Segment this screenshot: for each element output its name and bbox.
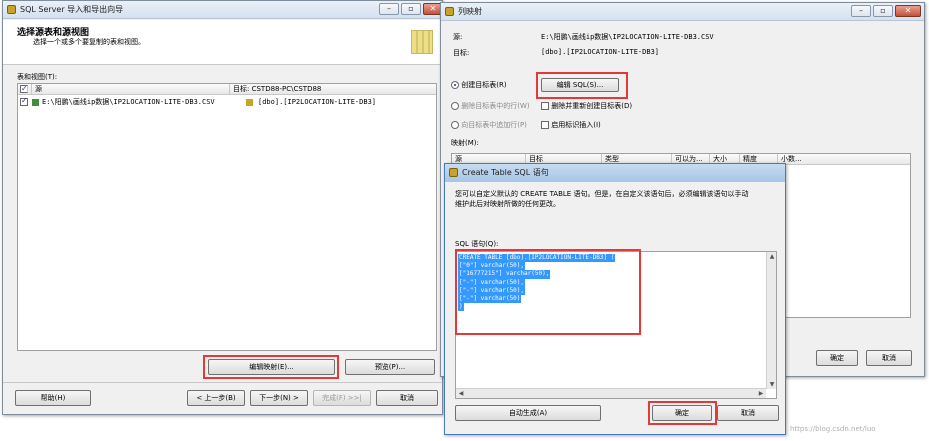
tables-label: 表和视图(T): xyxy=(17,73,58,81)
mapping-maximize-button[interactable]: ▫ xyxy=(873,5,893,17)
create-table-radio[interactable] xyxy=(451,81,459,89)
append-rows-radio[interactable] xyxy=(451,121,459,129)
page-subtitle: 选择一个或多个要复制的表和视图。 xyxy=(33,38,145,46)
maximize-button[interactable]: ▫ xyxy=(401,3,421,15)
mapping-label: 映射(M): xyxy=(451,139,479,147)
watermark: https://blog.csdn.net/luo xyxy=(790,425,876,433)
wizard-header: 选择源表和源视图 选择一个或多个要复制的表和视图。 xyxy=(3,20,442,65)
footer-divider xyxy=(3,382,442,383)
select-all-header[interactable] xyxy=(18,83,32,94)
mapping-app-icon xyxy=(445,7,454,16)
drop-recreate-label: 删除并重新创建目标表(D) xyxy=(551,102,633,110)
enable-identity-label: 启用标识插入(I) xyxy=(551,121,601,129)
scroll-up-icon[interactable]: ▲ xyxy=(767,253,777,260)
finish-button[interactable]: 完成(F) >>| xyxy=(313,390,371,406)
scroll-down-icon[interactable]: ▼ xyxy=(767,381,777,388)
sql-vertical-scrollbar[interactable]: ▲ ▼ xyxy=(766,252,776,389)
delete-rows-option[interactable]: 删除目标表中的行(W) xyxy=(451,101,530,111)
append-rows-option[interactable]: 向目标表中追加行(P) xyxy=(451,120,527,130)
back-button[interactable]: < 上一步(B) xyxy=(187,390,245,406)
mapping-ok-button[interactable]: 确定 xyxy=(816,350,858,366)
wizard-graphic-icon xyxy=(411,30,433,54)
target-value: [dbo].[IP2LOCATION-LITE-DB3] xyxy=(541,48,660,56)
preview-button[interactable]: 预览(P)... xyxy=(345,359,435,375)
edit-mapping-highlight xyxy=(203,355,339,379)
scroll-right-icon[interactable]: ▶ xyxy=(756,390,766,397)
mapping-cancel-button[interactable]: 取消 xyxy=(866,350,912,366)
enable-identity-checkbox[interactable] xyxy=(541,121,549,129)
source-label: 源: xyxy=(453,33,463,41)
sql-cancel-button[interactable]: 取消 xyxy=(717,405,779,421)
wizard-title-bar[interactable]: SQL Server 导入和导出向导 xyxy=(3,1,442,19)
create-table-label: 创建目标表(R) xyxy=(461,81,507,89)
target-label: 目标: xyxy=(453,49,470,57)
row-target: [dbo].[IP2LOCATION-LITE-DB3] xyxy=(258,98,377,106)
table-row[interactable]: E:\阳鹏\画线ip数据\IP2LOCATION-LITE-DB3.CSV [d… xyxy=(18,96,436,108)
scroll-left-icon[interactable]: ◀ xyxy=(456,390,466,397)
sql-dialog-title: Create Table SQL 语句 xyxy=(462,168,549,177)
import-export-wizard-window: SQL Server 导入和导出向导 – ▫ ✕ 选择源表和源视图 选择一个或多… xyxy=(2,0,443,415)
auto-generate-button[interactable]: 自动生成(A) xyxy=(455,405,601,421)
sql-label: SQL 语句(Q): xyxy=(455,240,499,248)
minimize-button[interactable]: – xyxy=(379,3,399,15)
table-icon xyxy=(246,98,253,106)
row-checkbox[interactable] xyxy=(20,96,28,106)
help-button[interactable]: 帮助(H) xyxy=(15,390,91,406)
enable-identity-option[interactable]: 启用标识插入(I) xyxy=(541,120,601,130)
sql-statement-highlight xyxy=(455,249,641,335)
create-table-sql-dialog: Create Table SQL 语句 您可以自定义默认的 CREATE TAB… xyxy=(444,163,786,435)
cancel-button[interactable]: 取消 xyxy=(376,390,438,406)
delete-rows-label: 删除目标表中的行(W) xyxy=(461,102,530,110)
drop-recreate-checkbox[interactable] xyxy=(541,102,549,110)
mapping-close-button[interactable]: ✕ xyxy=(895,5,921,17)
csv-file-icon xyxy=(32,98,39,106)
tables-grid-header: 源 目标: CSTD88-PC\CSTD88 xyxy=(18,83,436,95)
next-button[interactable]: 下一步(N) > xyxy=(250,390,308,406)
sql-dialog-title-bar[interactable]: Create Table SQL 语句 xyxy=(445,164,785,182)
drop-recreate-option[interactable]: 删除并重新创建目标表(D) xyxy=(541,101,632,111)
tables-grid[interactable]: 源 目标: CSTD88-PC\CSTD88 E:\阳鹏\画线ip数据\IP2L… xyxy=(17,83,437,351)
source-column-header: 源 xyxy=(32,84,230,94)
edit-sql-highlight xyxy=(536,72,628,99)
wizard-title: SQL Server 导入和导出向导 xyxy=(20,5,124,14)
create-table-option[interactable]: 创建目标表(R) xyxy=(451,80,507,90)
mapping-minimize-button[interactable]: – xyxy=(851,5,871,17)
append-rows-label: 向目标表中追加行(P) xyxy=(461,121,527,129)
sql-dialog-icon xyxy=(449,168,458,177)
row-source: E:\阳鹏\画线ip数据\IP2LOCATION-LITE-DB3.CSV xyxy=(42,98,215,106)
select-all-checkbox[interactable] xyxy=(20,83,28,94)
sql-server-app-icon xyxy=(7,5,16,14)
delete-rows-radio[interactable] xyxy=(451,102,459,110)
source-value: E:\阳鹏\画线ip数据\IP2LOCATION-LITE-DB3.CSV xyxy=(541,33,714,41)
mapping-title: 列映射 xyxy=(458,7,482,16)
sql-horizontal-scrollbar[interactable]: ◀ ▶ xyxy=(456,388,766,398)
sql-dialog-description-2: 维护此后对映射所做的任何更改。 xyxy=(455,200,560,208)
sql-dialog-description-1: 您可以自定义默认的 CREATE TABLE 语句。但是，在自定义该语句后，必须… xyxy=(455,190,749,198)
target-column-header: 目标: CSTD88-PC\CSTD88 xyxy=(233,85,322,93)
sql-ok-highlight xyxy=(648,401,717,425)
